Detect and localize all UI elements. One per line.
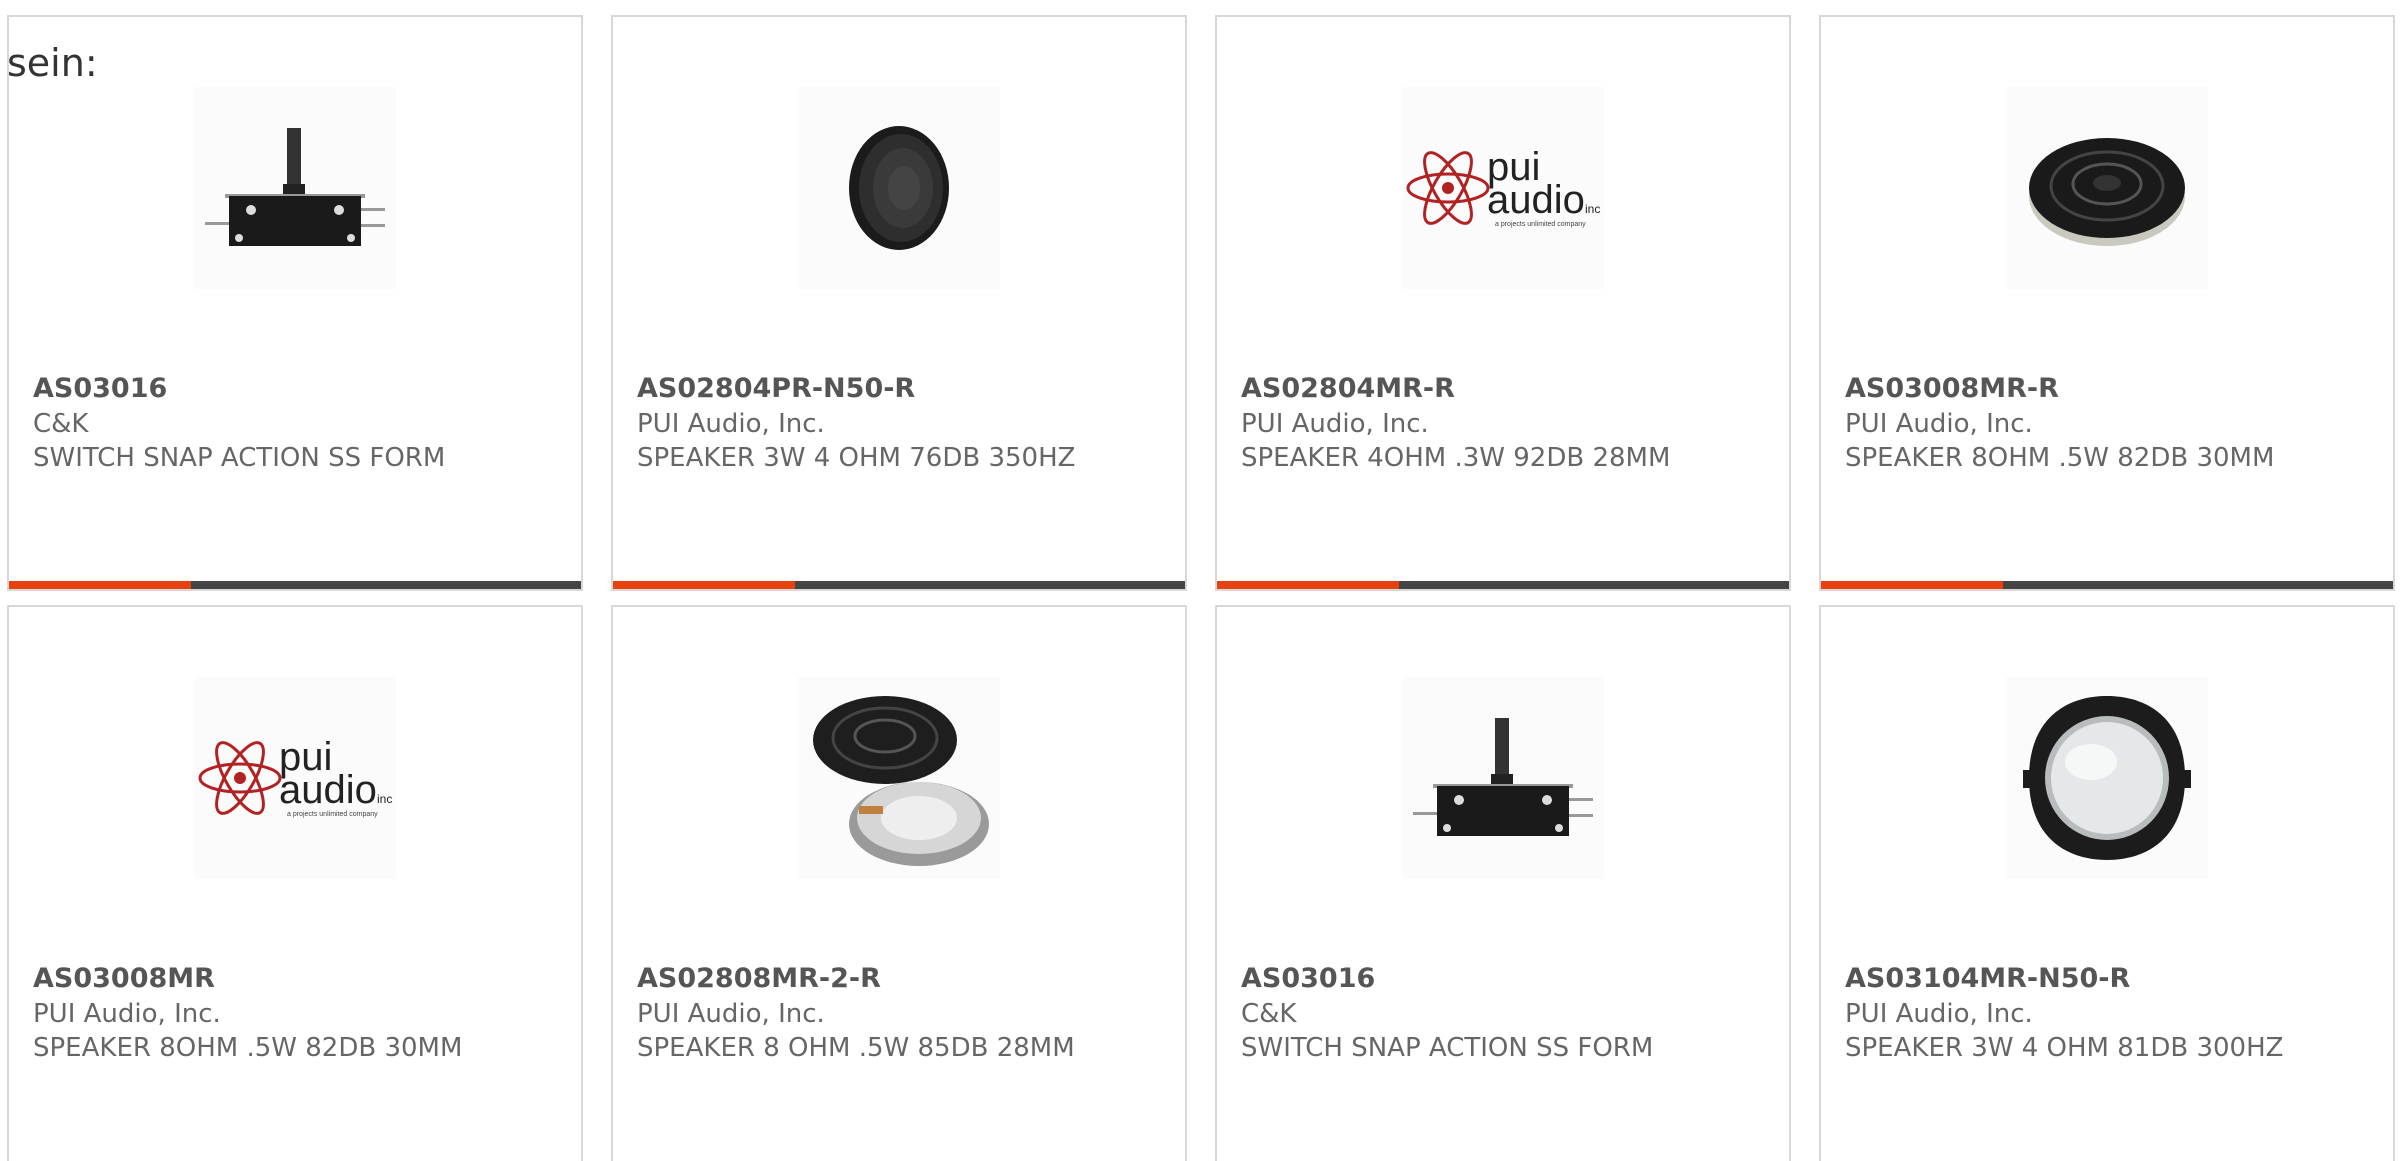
product-card[interactable]: AS03016 C&K SWITCH SNAP ACTION SS FORM [7, 15, 583, 591]
section-heading: sein: [7, 41, 98, 85]
logo-suffix: inc [1585, 202, 1600, 216]
manufacturer: C&K [33, 409, 89, 439]
speaker-flat-image[interactable] [2006, 87, 2208, 289]
card-bar-accent [9, 581, 191, 589]
pui-audio-logo[interactable]: pui audio inc a projects unlimited compa… [1402, 87, 1604, 289]
product-card[interactable]: pui audio inc a projects unlimited compa… [7, 605, 583, 1161]
logo-tagline: a projects unlimited company [1495, 221, 1586, 228]
logo-line2: audio [279, 768, 377, 812]
logo-suffix: inc [377, 792, 392, 806]
product-card[interactable]: AS03016 C&K SWITCH SNAP ACTION SS FORM [1215, 605, 1791, 1161]
pui-audio-logo[interactable]: pui audio inc a projects unlimited compa… [194, 677, 396, 879]
manufacturer: PUI Audio, Inc. [1845, 999, 2033, 1029]
description: SPEAKER 8 OHM .5W 85DB 28MM [637, 1033, 1075, 1063]
speaker-silver-image[interactable] [2006, 677, 2208, 879]
product-card[interactable]: AS03104MR-N50-R PUI Audio, Inc. SPEAKER … [1819, 605, 2395, 1161]
description: SPEAKER 4OHM .3W 92DB 28MM [1241, 443, 1671, 473]
manufacturer: PUI Audio, Inc. [637, 409, 825, 439]
manufacturer: C&K [1241, 999, 1297, 1029]
card-bar [9, 581, 581, 589]
snap-switch-image[interactable] [1402, 677, 1604, 879]
manufacturer: PUI Audio, Inc. [1241, 409, 1429, 439]
product-card[interactable]: AS02808MR-2-R PUI Audio, Inc. SPEAKER 8 … [611, 605, 1187, 1161]
card-bar [1217, 581, 1789, 589]
manufacturer: PUI Audio, Inc. [1845, 409, 2033, 439]
manufacturer: PUI Audio, Inc. [33, 999, 221, 1029]
card-bar-accent [1217, 581, 1399, 589]
manufacturer: PUI Audio, Inc. [637, 999, 825, 1029]
description: SPEAKER 8OHM .5W 82DB 30MM [1845, 443, 2275, 473]
description: SPEAKER 3W 4 OHM 76DB 350HZ [637, 443, 1076, 473]
card-bar [1821, 581, 2393, 589]
part-number[interactable]: AS03104MR-N50-R [1845, 963, 2130, 994]
part-number[interactable]: AS03008MR-R [1845, 373, 2059, 404]
product-card[interactable]: AS03008MR-R PUI Audio, Inc. SPEAKER 8OHM… [1819, 15, 2395, 591]
description: SWITCH SNAP ACTION SS FORM [1241, 1033, 1654, 1063]
description: SPEAKER 8OHM .5W 82DB 30MM [33, 1033, 463, 1063]
part-number[interactable]: AS02804MR-R [1241, 373, 1455, 404]
product-card[interactable]: pui audio inc a projects unlimited compa… [1215, 15, 1791, 591]
part-number[interactable]: AS02804PR-N50-R [637, 373, 915, 404]
product-grid-page: sein: AS03016 C&K SWITCH SNAP ACTION SS … [0, 0, 2400, 1161]
part-number[interactable]: AS03016 [33, 373, 167, 404]
card-bar-accent [1821, 581, 2003, 589]
description: SPEAKER 3W 4 OHM 81DB 300HZ [1845, 1033, 2284, 1063]
card-bar [613, 581, 1185, 589]
part-number[interactable]: AS03016 [1241, 963, 1375, 994]
part-number[interactable]: AS03008MR [33, 963, 215, 994]
logo-tagline: a projects unlimited company [287, 811, 378, 818]
logo-line2: audio [1487, 178, 1585, 222]
speaker-pair-image[interactable] [798, 677, 1000, 879]
description: SWITCH SNAP ACTION SS FORM [33, 443, 446, 473]
product-card[interactable]: AS02804PR-N50-R PUI Audio, Inc. SPEAKER … [611, 15, 1187, 591]
part-number[interactable]: AS02808MR-2-R [637, 963, 881, 994]
card-bar-accent [613, 581, 795, 589]
snap-switch-image[interactable] [194, 87, 396, 289]
speaker-image[interactable] [798, 87, 1000, 289]
